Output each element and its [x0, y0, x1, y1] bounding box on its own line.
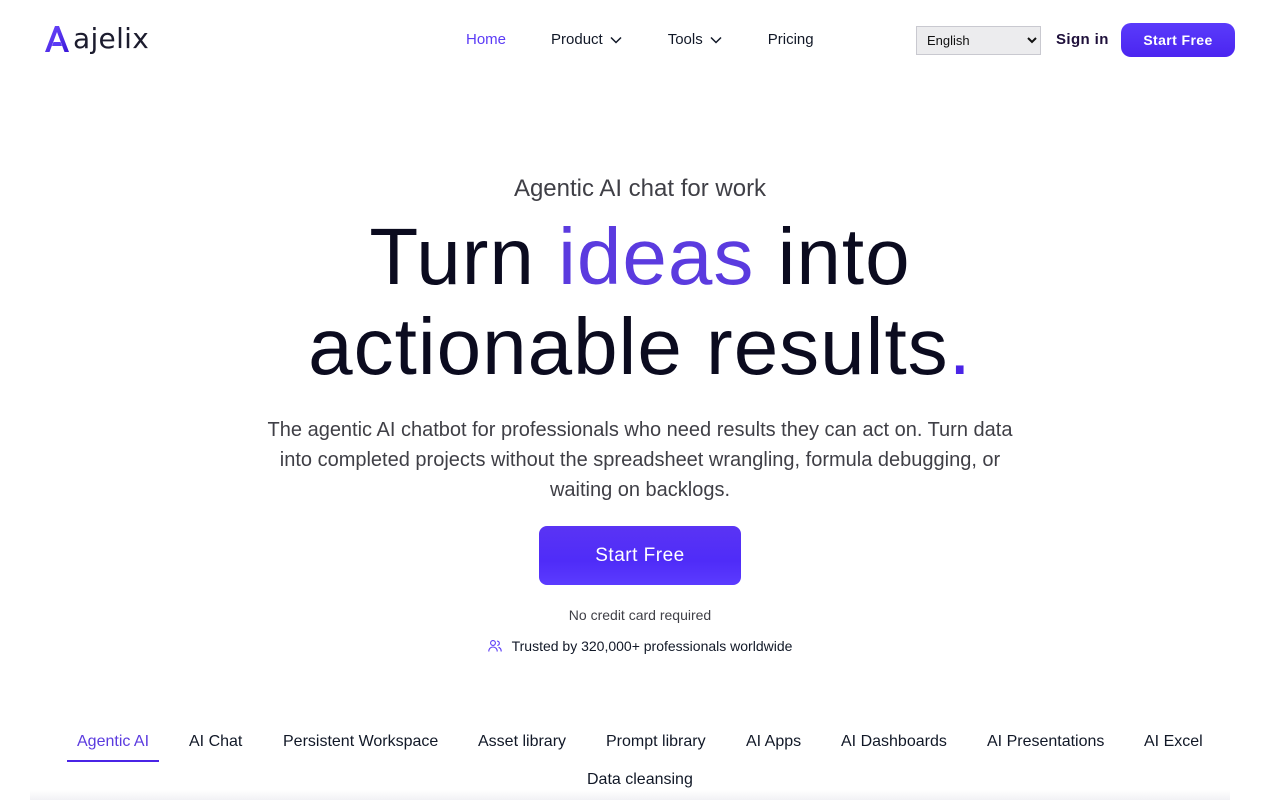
nav-tools-label: Tools [667, 31, 703, 48]
nav-home[interactable]: Home [466, 30, 506, 50]
nav-home-label: Home [466, 31, 507, 48]
site-header: ajelix Home Product Tools Pricing Englis… [0, 0, 1280, 80]
language-select[interactable]: English [916, 26, 1041, 55]
start-free-header-button[interactable]: Start Free [1121, 23, 1235, 57]
headline-line2: actionable results [308, 302, 949, 391]
headline-word-turn: Turn [369, 212, 535, 301]
tab-asset-library[interactable]: Asset library [468, 728, 576, 756]
nav-product[interactable]: Product [551, 30, 623, 50]
brand-name: ajelix [73, 22, 150, 55]
nav-product-label: Product [551, 31, 603, 48]
hero-headline: Turn ideas into actionable results. [0, 212, 1280, 392]
tab-ai-dashboards[interactable]: AI Dashboards [831, 728, 957, 756]
headline-dot: . [948, 302, 972, 391]
hero-subtitle: The agentic AI chatbot for professionals… [267, 419, 1013, 501]
tab-ai-apps[interactable]: AI Apps [736, 728, 811, 756]
nav-tools[interactable]: Tools [668, 30, 723, 50]
trusted-by-text: Trusted by 320,000+ professionals worldw… [511, 638, 793, 654]
tab-ai-presentations[interactable]: AI Presentations [977, 728, 1114, 756]
chevron-down-icon [710, 36, 722, 44]
headline-accent-ideas: ideas [558, 212, 755, 301]
no-credit-card-note: No credit card required [568, 607, 712, 623]
start-free-hero-button[interactable]: Start Free [539, 526, 741, 585]
tab-prompt-library[interactable]: Prompt library [596, 728, 716, 756]
tab-agentic-ai[interactable]: Agentic AI [67, 728, 160, 762]
tab-ai-chat[interactable]: AI Chat [179, 728, 252, 756]
nav-pricing-label: Pricing [767, 31, 814, 48]
headline-word-into: into [777, 212, 911, 301]
tab-persistent-workspace[interactable]: Persistent Workspace [273, 728, 448, 756]
users-icon [487, 640, 502, 652]
chevron-down-icon [610, 36, 622, 44]
tab-ai-excel[interactable]: AI Excel [1134, 728, 1213, 756]
trusted-by-row: Trusted by 320,000+ professionals worldw… [0, 637, 1280, 655]
preview-card-edge [30, 790, 1230, 800]
nav-pricing[interactable]: Pricing [768, 30, 814, 50]
hero-eyebrow: Agentic AI chat for work [513, 175, 767, 202]
main-nav: Home Product Tools Pricing [466, 30, 814, 50]
sign-in-link[interactable]: Sign in [1056, 30, 1109, 50]
brand-logo[interactable]: ajelix [45, 24, 149, 54]
ajelix-a-logo-icon [45, 26, 69, 52]
